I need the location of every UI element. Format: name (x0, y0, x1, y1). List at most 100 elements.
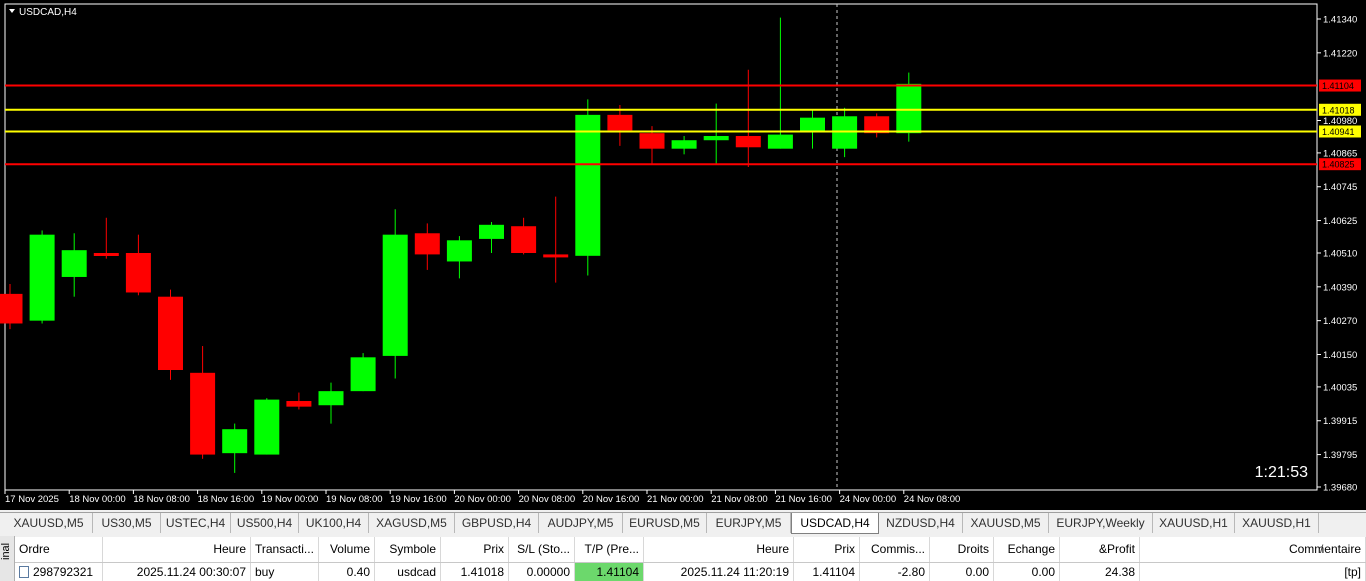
column-header[interactable]: Droits (930, 537, 994, 562)
sort-indicator-icon: / (1320, 542, 1324, 556)
time-axis-label: 20 Nov 08:00 (519, 494, 576, 505)
tab-xauusd-m5[interactable]: XAUUSD,M5 (5, 513, 93, 533)
time-axis-label: 24 Nov 08:00 (904, 494, 961, 505)
table-cell: 0.00 (930, 563, 994, 581)
price-level-label: 1.40941 (1322, 127, 1355, 137)
chart-canvas[interactable]: USDCAD,H41.413401.412201.409801.408651.4… (0, 0, 1366, 510)
column-header[interactable]: Ordre (15, 537, 103, 562)
table-cell: 24.38 (1060, 563, 1140, 581)
tab-gbpusd-h4[interactable]: GBPUSD,H4 (455, 513, 539, 533)
tab-xauusd-h1[interactable]: XAUUSD,H1 (1235, 513, 1319, 533)
price-axis-label: 1.39915 (1323, 416, 1357, 427)
price-axis-label: 1.40625 (1323, 216, 1357, 227)
column-header[interactable]: Volume (319, 537, 375, 562)
table-cell: 2025.11.24 00:30:07 (103, 563, 251, 581)
price-axis-label: 1.40745 (1323, 182, 1357, 193)
tab-nzdusd-h4[interactable]: NZDUSD,H4 (879, 513, 963, 533)
column-header[interactable]: Prix (794, 537, 860, 562)
price-axis-label: 1.39680 (1323, 483, 1357, 494)
table-cell: -2.80 (860, 563, 930, 581)
time-axis-label: 20 Nov 00:00 (454, 494, 511, 505)
time-axis-label: 19 Nov 16:00 (390, 494, 447, 505)
price-axis-label: 1.40980 (1323, 116, 1357, 127)
candle-body (767, 134, 793, 149)
candle-body (446, 240, 472, 262)
price-level-label: 1.41104 (1322, 81, 1354, 91)
price-axis-label: 1.40865 (1323, 148, 1357, 159)
tab-eurjpy-weekly[interactable]: EURJPY,Weekly (1049, 513, 1153, 533)
candle-body (671, 140, 697, 149)
column-header[interactable]: Prix (441, 537, 509, 562)
candle-body (125, 253, 151, 293)
column-header[interactable]: Commentaire (1140, 537, 1366, 562)
candle-body (0, 293, 23, 324)
candle-body (254, 399, 280, 455)
candle-body (607, 114, 633, 131)
price-axis-label: 1.41220 (1323, 48, 1357, 59)
time-axis-label: 18 Nov 00:00 (69, 494, 126, 505)
column-header[interactable]: Commis... (860, 537, 930, 562)
candle-body (382, 234, 408, 356)
time-axis-label: 19 Nov 08:00 (326, 494, 383, 505)
price-axis-label: 1.40150 (1323, 350, 1357, 361)
tab-us500-h4[interactable]: US500,H4 (231, 513, 299, 533)
table-cell: [tp] (1140, 563, 1366, 581)
price-level-label: 1.41018 (1322, 105, 1355, 115)
candle-body (703, 136, 729, 141)
bar-countdown: 1:21:53 (1255, 464, 1308, 481)
candle-body (350, 357, 376, 392)
candle-body (800, 117, 825, 132)
column-header[interactable]: Transacti... (251, 537, 319, 562)
chart-menu-triangle-icon[interactable] (9, 9, 15, 13)
price-axis-label: 1.40270 (1323, 316, 1357, 327)
time-axis-label: 19 Nov 00:00 (262, 494, 319, 505)
candle-body (29, 234, 55, 321)
price-chart[interactable]: USDCAD,H4 1.41340 1.41220 1.40980 1.40865 1.4… (0, 0, 1366, 510)
column-header[interactable]: Heure (644, 537, 794, 562)
column-header[interactable]: Symbole (375, 537, 441, 562)
table-cell: usdcad (375, 563, 441, 581)
time-axis-label: 18 Nov 08:00 (133, 494, 190, 505)
tab-uk100-h4[interactable]: UK100,H4 (299, 513, 369, 533)
price-axis-label: 1.40390 (1323, 282, 1357, 293)
candle-body (93, 253, 119, 256)
time-axis-label: 20 Nov 16:00 (583, 494, 640, 505)
order-id: 298792321 (33, 565, 94, 579)
column-header[interactable]: &Profit (1060, 537, 1140, 562)
column-header[interactable]: S/L (Sto... (509, 537, 575, 562)
tab-eurusd-m5[interactable]: EURUSD,M5 (623, 513, 707, 533)
table-cell: 1.41104 (794, 563, 860, 581)
tab-audjpy-m5[interactable]: AUDJPY,M5 (539, 513, 623, 533)
table-row[interactable]: 298792321 2025.11.24 00:30:07 buy 0.40 usdca… (15, 563, 1366, 581)
candle-body (735, 136, 761, 148)
time-axis-label: 17 Nov 2025 (5, 494, 59, 505)
candle-body (158, 296, 183, 370)
time-axis-label: 18 Nov 16:00 (198, 494, 255, 505)
tab-us30-m5[interactable]: US30,M5 (93, 513, 161, 533)
table-cell: 0.00 (994, 563, 1060, 581)
order-icon (19, 565, 29, 578)
chart-tabs-bar: XAUUSD,M5 US30,M5 USTEC,H4 US500,H4 UK100,H4… (0, 512, 1366, 535)
price-axis-label: 1.40035 (1323, 382, 1357, 393)
candle-body (190, 372, 216, 455)
tab-xagusd-m5[interactable]: XAGUSD,M5 (369, 513, 455, 533)
tab-usdcad-h4[interactable]: USDCAD,H4 (791, 513, 879, 534)
table-cell: 1.41018 (441, 563, 509, 581)
column-header[interactable]: Echange (994, 537, 1060, 562)
table-cell: 1.41104 (575, 563, 644, 581)
tab-eurjpy-m5[interactable]: EURJPY,M5 (707, 513, 791, 533)
candle-body (318, 391, 344, 406)
time-axis-label: 21 Nov 08:00 (711, 494, 768, 505)
terminal-side-label: inal (0, 536, 15, 581)
candle-body (61, 250, 87, 277)
time-axis-label: 21 Nov 16:00 (775, 494, 832, 505)
candle-body (575, 114, 601, 256)
column-header[interactable]: Heure (103, 537, 251, 562)
tab-xauusd-h1[interactable]: XAUUSD,H1 (1153, 513, 1235, 533)
orders-table-header: Ordre Heure Transacti... Volume Symbole Prix S… (15, 537, 1366, 563)
tab-xauusd-m5[interactable]: XAUUSD,M5 (963, 513, 1049, 533)
tab-ustec-h4[interactable]: USTEC,H4 (161, 513, 231, 533)
table-cell: 0.40 (319, 563, 375, 581)
chart-title: USDCAD,H4 (19, 7, 77, 18)
column-header[interactable]: T/P (Pre... (575, 537, 644, 562)
